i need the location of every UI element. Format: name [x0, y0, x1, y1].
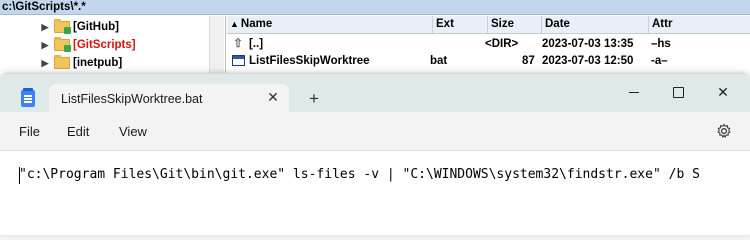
sort-up-icon: ▲ [230, 19, 239, 29]
batch-file-icon [232, 55, 245, 66]
file-attr: -a– [651, 55, 668, 67]
table-row[interactable]: ListFilesSkipWorktree bat 87 2023-07-03 … [227, 52, 750, 70]
column-header-name[interactable]: ▲ Name [227, 16, 433, 33]
tab-file[interactable]: ListFilesSkipWorktree.bat ✕ [49, 84, 289, 114]
maximize-button[interactable] [668, 82, 688, 102]
close-tab-icon[interactable]: ✕ [265, 89, 281, 105]
folder-icon [54, 55, 70, 69]
chevron-right-icon[interactable]: ▶ [40, 22, 50, 33]
notepad-app-icon [21, 88, 35, 107]
menu-edit[interactable]: Edit [67, 124, 89, 139]
folder-icon [54, 19, 71, 34]
tree-item-label: [inetpub] [73, 57, 123, 69]
text-caret [19, 167, 20, 184]
tree-item-label: [GitScripts] [73, 39, 136, 51]
gear-icon[interactable] [716, 123, 732, 139]
column-header-size[interactable]: Size [488, 16, 542, 33]
menu-bar: File Edit View [0, 114, 750, 150]
file-date: 2023-07-03 12:50 [542, 55, 634, 67]
file-size: <DIR> [485, 38, 519, 50]
title-bar[interactable]: ListFilesSkipWorktree.bat ✕ + ✕ [0, 74, 750, 114]
tab-title: ListFilesSkipWorktree.bat [61, 92, 203, 106]
file-name: [..] [249, 38, 264, 50]
column-header-date[interactable]: Date [542, 16, 649, 33]
chevron-right-icon[interactable]: ▶ [40, 40, 50, 51]
file-size: 87 [522, 55, 535, 67]
new-tab-button[interactable]: + [306, 90, 322, 107]
tree-item-github[interactable]: ▶ [GitHub] [40, 18, 119, 36]
file-list: ▲ Name Ext Size Date Attr ⇧ [..] <DIR> 20… [227, 16, 750, 78]
tree-item-gitscripts[interactable]: ▶ [GitScripts] [40, 36, 136, 54]
chevron-right-icon[interactable]: ▶ [40, 58, 50, 69]
file-attr: –hs [651, 38, 671, 50]
menu-view[interactable]: View [119, 124, 147, 139]
file-ext: bat [430, 55, 448, 67]
notepad-window: ListFilesSkipWorktree.bat ✕ + ✕ File Edi… [0, 73, 750, 235]
folder-tree: ▶ [GitHub] ▶ [GitScripts] ▶ [inetpub] [0, 16, 226, 78]
file-manager-window: c:\GitScripts\*.* ▶ [GitHub] ▶ [GitScrip… [0, 0, 750, 78]
tree-scrollbar[interactable] [209, 16, 224, 78]
table-row[interactable]: ⇧ [..] <DIR> 2023-07-03 13:35 –hs [227, 35, 750, 53]
menu-file[interactable]: File [19, 124, 40, 139]
folder-icon [54, 37, 71, 52]
editor-content: "c:\Program Files\Git\bin\git.exe" ls-fi… [19, 167, 700, 182]
minimize-button[interactable] [624, 82, 644, 102]
close-button[interactable]: ✕ [713, 82, 733, 102]
parent-dir-icon: ⇧ [233, 36, 244, 50]
file-name: ListFilesSkipWorktree [249, 55, 370, 67]
file-list-header: ▲ Name Ext Size Date Attr [227, 16, 750, 34]
column-header-ext[interactable]: Ext [433, 16, 488, 33]
text-editor[interactable]: "c:\Program Files\Git\bin\git.exe" ls-fi… [0, 150, 750, 235]
tree-item-inetpub[interactable]: ▶ [inetpub] [40, 54, 122, 72]
column-header-attr[interactable]: Attr [649, 16, 750, 33]
file-date: 2023-07-03 13:35 [542, 38, 634, 50]
path-bar[interactable]: c:\GitScripts\*.* [0, 0, 750, 15]
tree-item-label: [GitHub] [73, 21, 119, 33]
